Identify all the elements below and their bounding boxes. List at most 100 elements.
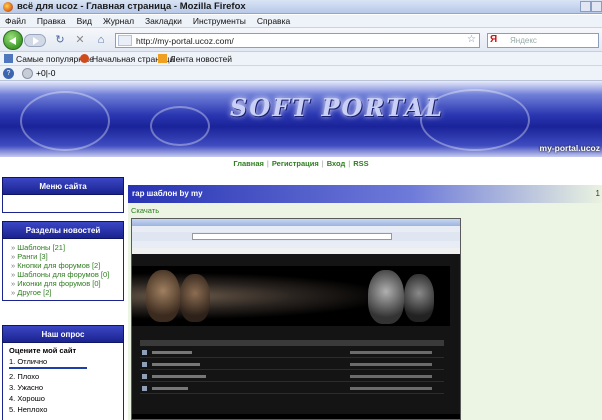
poll-option[interactable]: 3. Ужасно bbox=[3, 382, 123, 393]
nav-separator: | bbox=[321, 159, 324, 168]
shot-face-image bbox=[146, 270, 180, 322]
category-link[interactable]: Шаблоны для форумов [0] bbox=[3, 270, 123, 279]
help-icon[interactable]: ? bbox=[3, 68, 14, 79]
yandex-icon[interactable]: Я bbox=[490, 34, 497, 45]
menu-bookmarks[interactable]: Закладки bbox=[145, 15, 182, 28]
shot-toolbar bbox=[132, 232, 460, 241]
browser-window: всё для ucoz - Главная страница - Mozill… bbox=[0, 0, 602, 420]
shot-table-row bbox=[140, 360, 444, 370]
nav-register[interactable]: Регистрация bbox=[272, 159, 319, 168]
title-bar: всё для ucoz - Главная страница - Mozill… bbox=[0, 0, 602, 14]
category-link[interactable]: Шаблоны [21] bbox=[3, 243, 123, 252]
shot-banner bbox=[132, 266, 450, 326]
shot-titlebar bbox=[132, 219, 460, 226]
entry-title[interactable]: rap шаблон by my bbox=[132, 189, 203, 198]
search-input[interactable]: Яндекс bbox=[510, 36, 537, 45]
shot-face-image bbox=[368, 270, 404, 324]
site-header: SOFT PORTAL my-portal.ucoz bbox=[0, 81, 602, 157]
site-menu-body bbox=[2, 195, 124, 213]
poll-title: Наш опрос bbox=[2, 325, 124, 343]
home-icon[interactable]: ⌂ bbox=[95, 34, 107, 46]
news-sections-list: Шаблоны [21] Ранги [3] Кнопки для форумо… bbox=[2, 239, 124, 301]
shot-face-image bbox=[180, 274, 210, 322]
menu-edit[interactable]: Правка bbox=[37, 15, 66, 28]
shot-address-bar bbox=[192, 233, 392, 240]
bookmark-news-feed[interactable]: Лента новостей bbox=[158, 53, 232, 65]
category-link[interactable]: Ранги [3] bbox=[3, 252, 123, 261]
template-screenshot[interactable] bbox=[131, 218, 461, 420]
circle-icon[interactable] bbox=[22, 68, 33, 79]
reload-icon[interactable]: ↻ bbox=[54, 34, 66, 46]
counter-text: +0|-0 bbox=[36, 68, 56, 78]
entry-header: rap шаблон by my 1 bbox=[128, 185, 602, 203]
site-menu-block: Меню сайта bbox=[2, 177, 124, 213]
decor-swirl bbox=[150, 106, 210, 146]
shot-table-row bbox=[140, 348, 444, 358]
nav-login[interactable]: Вход bbox=[327, 159, 346, 168]
bookmark-icon bbox=[4, 54, 13, 63]
extra-toolbar: ? +0|-0 bbox=[0, 66, 602, 81]
star-icon[interactable]: ☆ bbox=[467, 34, 476, 45]
site-identity-icon[interactable] bbox=[118, 35, 132, 46]
nav-home[interactable]: Главная bbox=[233, 159, 264, 168]
category-link[interactable]: Другое [2] bbox=[3, 288, 123, 297]
folder-icon bbox=[142, 350, 147, 355]
menu-history[interactable]: Журнал bbox=[103, 15, 134, 28]
menu-tools[interactable]: Инструменты bbox=[193, 15, 246, 28]
poll-option[interactable]: 1. Отлично bbox=[3, 356, 123, 367]
category-link[interactable]: Иконки для форумов [0] bbox=[3, 279, 123, 288]
address-url[interactable]: http://my-portal.ucoz.com/ bbox=[136, 35, 234, 47]
nav-separator: | bbox=[266, 159, 269, 168]
forward-button[interactable] bbox=[24, 34, 46, 47]
shot-table-row bbox=[140, 384, 444, 394]
shot-table-row bbox=[140, 372, 444, 382]
site-logo[interactable]: SOFT PORTAL bbox=[230, 93, 444, 122]
bookmarks-toolbar: Самые популярные Начальная страница Лент… bbox=[0, 52, 602, 66]
shot-table-header bbox=[140, 340, 444, 346]
category-link[interactable]: Кнопки для форумов [2] bbox=[3, 261, 123, 270]
firefox-icon bbox=[3, 2, 13, 12]
download-link[interactable]: Скачать bbox=[131, 206, 159, 215]
site-nav: Главная | Регистрация | Вход | RSS bbox=[0, 159, 602, 168]
menu-view[interactable]: Вид bbox=[77, 15, 92, 28]
shot-nav bbox=[138, 256, 438, 264]
shot-row-title bbox=[152, 363, 200, 366]
navigation-toolbar: ↻ ✕ ⌂ http://my-portal.ucoz.com/ ☆ Я Янд… bbox=[0, 28, 602, 52]
rss-icon bbox=[158, 54, 167, 63]
poll-option[interactable]: 2. Плохо bbox=[3, 371, 123, 382]
nav-rss[interactable]: RSS bbox=[353, 159, 368, 168]
main-content: rap шаблон by my 1 Скачать bbox=[128, 185, 602, 420]
menu-file[interactable]: Файл bbox=[5, 15, 26, 28]
window-controls bbox=[580, 1, 602, 13]
nav-separator: | bbox=[348, 159, 351, 168]
shot-face-image bbox=[404, 274, 434, 322]
stop-icon[interactable]: ✕ bbox=[74, 34, 86, 46]
site-menu-title: Меню сайта bbox=[2, 177, 124, 195]
poll-block: Наш опрос Оцените мой сайт 1. Отлично 2.… bbox=[2, 325, 124, 420]
shot-row-meta bbox=[350, 375, 432, 378]
address-bar[interactable]: http://my-portal.ucoz.com/ ☆ bbox=[115, 33, 480, 48]
poll-option[interactable]: 5. Неплохо bbox=[3, 404, 123, 415]
shot-row-meta bbox=[350, 363, 432, 366]
window-title: всё для ucoz - Главная страница - Mozill… bbox=[17, 1, 246, 12]
poll-body: Оцените мой сайт 1. Отлично 2. Плохо 3. … bbox=[2, 343, 124, 420]
maximize-button[interactable] bbox=[591, 1, 602, 12]
poll-option[interactable]: 4. Хорошо bbox=[3, 393, 123, 404]
shot-row-meta bbox=[350, 387, 432, 390]
shot-page bbox=[132, 254, 460, 414]
menu-help[interactable]: Справка bbox=[257, 15, 290, 28]
poll-result-bar bbox=[9, 367, 87, 369]
web-page: SOFT PORTAL my-portal.ucoz Главная | Регис… bbox=[0, 81, 602, 420]
menu-bar: Файл Правка Вид Журнал Закладки Инструменты Сп… bbox=[0, 15, 602, 28]
news-sections-title: Разделы новостей bbox=[2, 221, 124, 239]
folder-icon bbox=[142, 374, 147, 379]
shot-row-title bbox=[152, 351, 192, 354]
back-button[interactable] bbox=[3, 30, 23, 50]
minimize-button[interactable] bbox=[580, 1, 591, 12]
entry-marker: 1 bbox=[595, 189, 600, 198]
decor-swirl bbox=[20, 91, 110, 151]
shot-row-meta bbox=[350, 351, 432, 354]
poll-question: Оцените мой сайт bbox=[9, 346, 77, 355]
bookmark-label: Лента новостей bbox=[170, 54, 232, 64]
search-box[interactable]: Я Яндекс bbox=[487, 33, 599, 48]
